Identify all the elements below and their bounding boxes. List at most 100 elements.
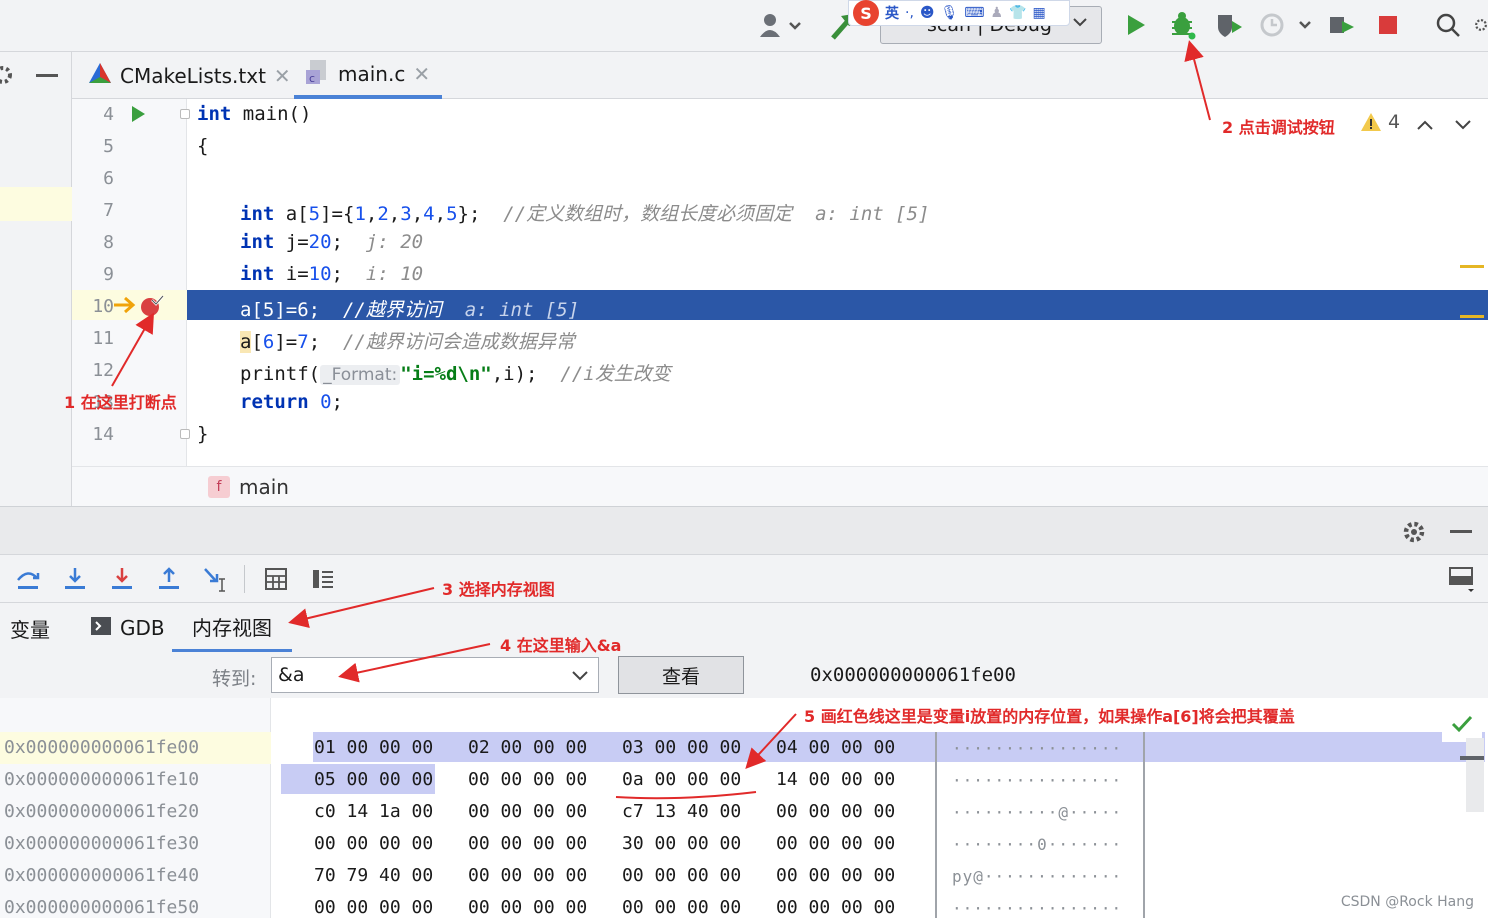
tab-gdb[interactable]: GDB <box>90 603 165 653</box>
memory-bytes: 70 79 40 00 <box>314 865 434 886</box>
left-strip-highlight <box>0 187 72 221</box>
scroll-marker <box>1460 315 1484 318</box>
check-icon <box>1442 706 1482 742</box>
memory-bytes: 00 00 00 00 <box>468 801 588 822</box>
warnings-indicator[interactable]: 4 <box>1360 111 1400 133</box>
tab-memory-view[interactable]: 内存视图 <box>172 603 292 653</box>
memory-bytes: 30 00 00 00 <box>622 833 742 854</box>
line-number: 6 <box>103 168 114 189</box>
watermark: CSDN @Rock Hang <box>1340 894 1474 910</box>
memory-bytes: 02 00 00 00 <box>468 737 588 758</box>
goto-address-input[interactable]: &a <box>271 657 599 693</box>
line-number: 9 <box>103 264 114 285</box>
code-line-9: int i=10; i: 10 <box>240 263 424 285</box>
settings-gear-icon[interactable] <box>1474 8 1488 42</box>
breakpoint-icon[interactable] <box>140 294 164 323</box>
code-line-12: printf(_Format: "i=%d\n",i); //i发生改变 <box>240 363 671 385</box>
debug-panel-header <box>0 506 1488 554</box>
memory-ascii: ················ <box>952 899 1123 918</box>
memory-address: 0x000000000061fe30 <box>4 833 200 854</box>
code-line-5: { <box>197 135 209 157</box>
memory-scrollbar[interactable] <box>1466 738 1484 812</box>
memory-address: 0x000000000061fe40 <box>4 865 200 886</box>
stop-icon[interactable] <box>1372 8 1404 42</box>
tab-variables[interactable]: 变量 <box>10 603 50 653</box>
evaluate-expression-icon[interactable] <box>262 565 290 593</box>
layout-settings-icon[interactable] <box>1448 565 1476 593</box>
memory-bytes: 00 00 00 00 <box>468 833 588 854</box>
scroll-marker <box>1460 756 1484 760</box>
scroll-marker <box>1460 265 1484 268</box>
minimize-icon[interactable] <box>1450 530 1472 533</box>
ime-emoji-icon[interactable]: ☻ <box>920 5 935 21</box>
ime-mic-icon[interactable]: 🎙 <box>941 5 959 21</box>
ascii-separator <box>935 732 937 918</box>
warnings-count: 4 <box>1388 111 1401 133</box>
memory-address: 0x000000000061fe50 <box>4 897 200 918</box>
attach-icon[interactable] <box>1324 8 1360 42</box>
close-icon[interactable]: ✕ <box>274 64 291 88</box>
user-icon[interactable] <box>756 8 804 42</box>
tab-label: GDB <box>120 616 165 640</box>
force-step-into-icon[interactable] <box>108 565 136 593</box>
memory-address: 0x000000000061fe00 <box>4 737 200 758</box>
chevron-down-icon[interactable] <box>1454 115 1472 137</box>
goto-label: 转到: <box>212 668 257 690</box>
run-to-cursor-icon[interactable] <box>202 565 230 593</box>
main-toolbar: scan | Debug S 英 ·, ☻ 🎙 ⌨ ♟ 👕 ▦ <box>0 0 1488 52</box>
code-line-13: return 0; <box>240 391 343 413</box>
code-editor[interactable]: 4 5 6 7 8 9 10 11 12 13 14 int main() { … <box>72 99 1488 466</box>
step-out-icon[interactable] <box>155 565 183 593</box>
line-number: 12 <box>92 360 114 381</box>
memory-bytes: 03 00 00 00 <box>622 737 742 758</box>
breadcrumb-function[interactable]: main <box>239 475 289 499</box>
profile-icon[interactable] <box>1256 8 1316 42</box>
memory-bytes: 00 00 00 00 <box>314 897 434 918</box>
tab-main-c[interactable]: c main.c ✕ <box>294 52 443 99</box>
chevron-down-icon[interactable] <box>570 666 590 689</box>
coverage-icon[interactable] <box>1212 8 1248 42</box>
memory-bytes: 00 00 00 00 <box>776 897 896 918</box>
memory-ascii: py@············· <box>952 867 1123 886</box>
ime-grid-icon[interactable]: ▦ <box>1033 5 1046 21</box>
tab-cmakelists[interactable]: CMakeLists.txt ✕ <box>76 52 303 99</box>
line-number: 14 <box>92 424 114 445</box>
memory-bytes: 00 00 00 00 <box>314 833 434 854</box>
annotation-5: 5 画红色线这里是变量i放置的内存位置，如果操作a[6]将会把其覆盖 <box>804 707 1295 726</box>
debug-bug-icon[interactable] <box>1166 8 1200 42</box>
debug-toolbar <box>0 554 1488 602</box>
close-icon[interactable]: ✕ <box>413 62 430 86</box>
ime-user-icon[interactable]: ♟ <box>991 5 1004 21</box>
memory-ascii: ········0······· <box>952 835 1123 854</box>
memory-bytes: 0a 00 00 00 <box>622 769 742 790</box>
code-line-11: a[6]=7; //越界访问会造成数据异常 <box>240 331 575 353</box>
memory-bytes: 01 00 00 00 <box>314 737 434 758</box>
memory-address: 0x000000000061fe20 <box>4 801 200 822</box>
fold-marker[interactable] <box>180 109 190 119</box>
memory-address: 0x000000000061fe10 <box>4 769 200 790</box>
memory-bytes: 00 00 00 00 <box>622 865 742 886</box>
step-over-icon[interactable] <box>14 565 42 593</box>
gear-icon[interactable] <box>0 64 14 91</box>
function-icon: f <box>208 476 230 498</box>
ime-punct-icon[interactable]: ·, <box>905 5 914 21</box>
search-icon[interactable] <box>1432 8 1464 42</box>
frames-layout-icon[interactable] <box>309 565 337 593</box>
line-number: 4 <box>103 104 114 125</box>
run-gutter-icon[interactable] <box>130 105 146 128</box>
fold-marker[interactable] <box>180 429 190 439</box>
chevron-up-icon[interactable] <box>1416 115 1434 137</box>
debug-tabs: 变量 GDB 内存视图 <box>0 602 1488 653</box>
step-into-icon[interactable] <box>61 565 89 593</box>
gear-icon[interactable] <box>1402 520 1426 549</box>
memory-view[interactable]: 0x000000000061fe00 01 00 00 00 02 00 00 … <box>0 698 1488 918</box>
ime-skin-icon[interactable]: 👕 <box>1009 5 1026 21</box>
chevron-down-icon <box>1071 13 1089 36</box>
memory-bytes: 00 00 00 00 <box>468 769 588 790</box>
ime-keyboard-icon[interactable]: ⌨ <box>964 5 984 21</box>
view-button[interactable]: 查看 <box>618 656 744 694</box>
ime-lang[interactable]: 英 <box>885 3 899 23</box>
exec-arrow-icon <box>112 295 138 320</box>
minimize-icon[interactable] <box>36 74 58 77</box>
run-icon[interactable] <box>1120 8 1152 42</box>
